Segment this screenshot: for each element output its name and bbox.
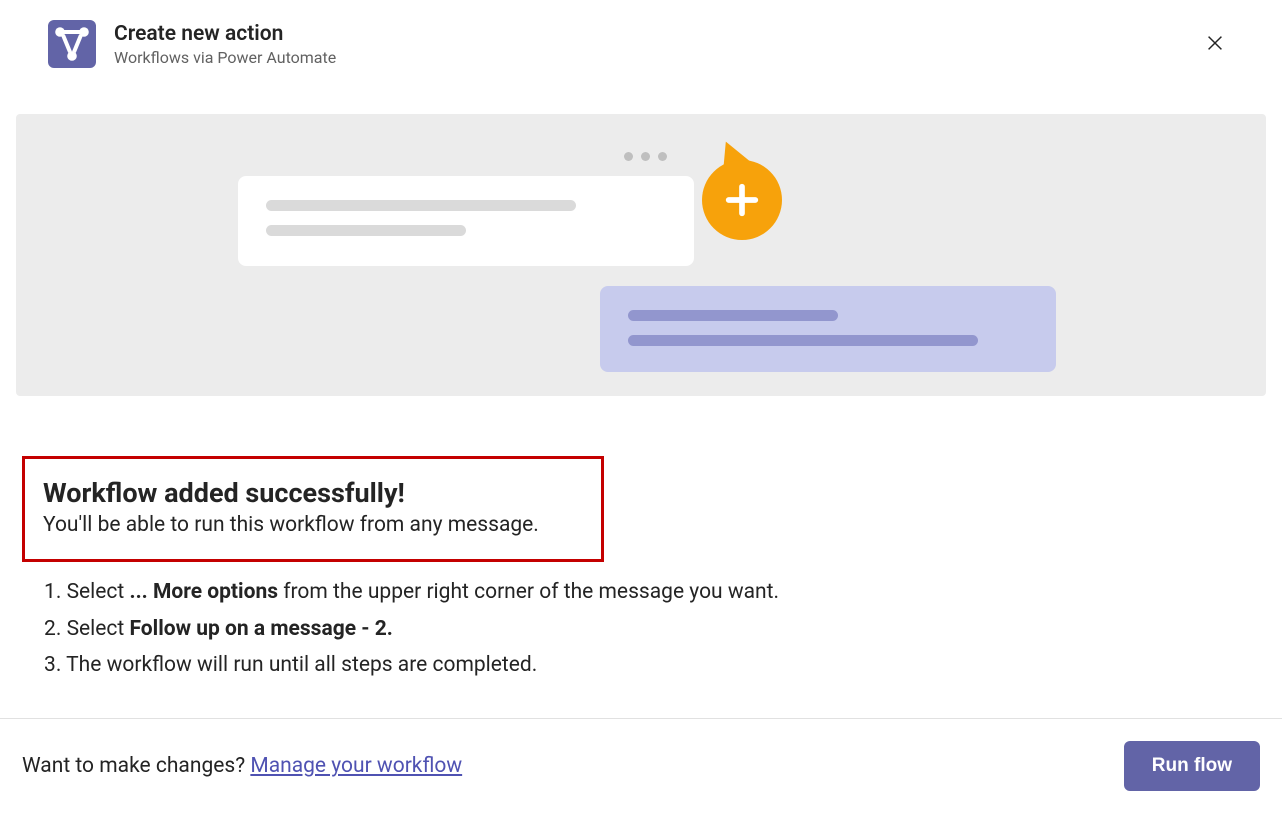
success-title: Workflow added successfully! bbox=[43, 477, 583, 509]
message-bubble-dark bbox=[600, 286, 1056, 372]
dialog-header: Create new action Workflows via Power Au… bbox=[0, 0, 1282, 86]
close-button[interactable] bbox=[1196, 24, 1234, 65]
instruction-step-1: Select ... More options from the upper r… bbox=[44, 576, 1260, 609]
message-bubble-light bbox=[238, 176, 694, 266]
dialog-subtitle: Workflows via Power Automate bbox=[114, 48, 1196, 67]
instruction-step-2: Select Follow up on a message - 2. bbox=[44, 613, 1260, 646]
workflows-app-icon bbox=[48, 20, 96, 68]
success-subtitle: You'll be able to run this workflow from… bbox=[43, 513, 583, 537]
hero-illustration bbox=[16, 114, 1266, 396]
close-icon bbox=[1204, 32, 1226, 54]
success-callout: Workflow added successfully! You'll be a… bbox=[22, 456, 604, 562]
dialog-footer: Want to make changes? Manage your workfl… bbox=[0, 718, 1282, 813]
instruction-list: Select ... More options from the upper r… bbox=[22, 576, 1260, 682]
instruction-step-3: The workflow will run until all steps ar… bbox=[44, 649, 1260, 682]
add-action-badge bbox=[702, 160, 782, 240]
content-area: Workflow added successfully! You'll be a… bbox=[0, 396, 1282, 718]
dialog-title: Create new action bbox=[114, 21, 1196, 48]
run-flow-button[interactable]: Run flow bbox=[1124, 741, 1260, 791]
ellipsis-icon bbox=[624, 152, 667, 161]
footer-text: Want to make changes? Manage your workfl… bbox=[22, 754, 462, 778]
manage-workflow-link[interactable]: Manage your workflow bbox=[250, 754, 462, 778]
plus-icon bbox=[722, 180, 762, 220]
